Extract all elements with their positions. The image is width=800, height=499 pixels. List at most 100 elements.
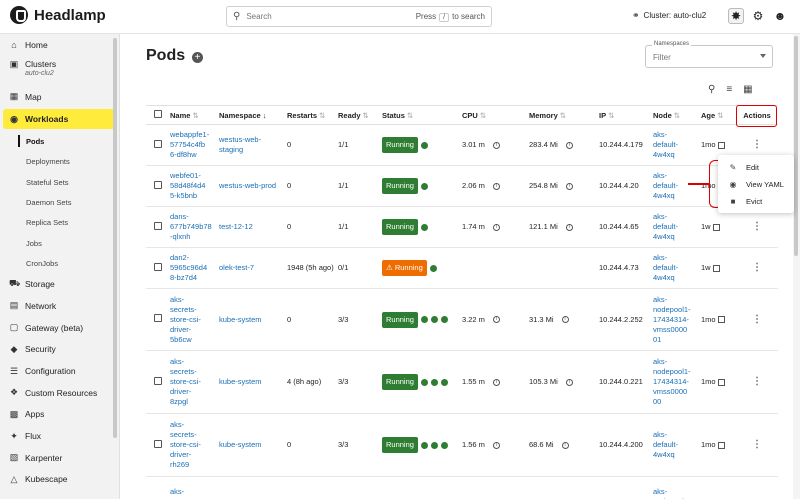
sidebar-subitem-pods[interactable]: Pods xyxy=(0,131,119,151)
columns-icon[interactable]: ▦ xyxy=(743,84,752,95)
namespace-cell[interactable] xyxy=(219,476,287,499)
table-row[interactable]: webfe01- 58d48f4d4 5-k5bnb westus-web-prod 0… xyxy=(146,165,778,207)
sidebar-item-network[interactable]: ▤ Network xyxy=(0,295,119,317)
sidebar-item-map[interactable]: ▦ Map xyxy=(0,86,119,108)
table-row[interactable]: aks-secrets-store-csi-driver- 8zpgl kube-s… xyxy=(146,350,778,414)
row-checkbox[interactable] xyxy=(154,221,162,230)
node-link[interactable]: aks-default- 4w4xq xyxy=(653,253,678,282)
column-header-status[interactable]: Status ⇅ xyxy=(382,105,462,125)
pod-name-link[interactable]: dans- 677b749b78 -qlxnh xyxy=(170,212,212,241)
namespace-link[interactable]: westus-web-staging xyxy=(219,135,261,154)
row-select-cell[interactable] xyxy=(146,350,170,414)
filter-icon[interactable]: ≡ xyxy=(726,84,732,95)
add-pod-button[interactable]: + xyxy=(192,52,203,63)
column-header-name[interactable]: Name ⇅ xyxy=(170,105,219,125)
info-icon[interactable]: i xyxy=(565,223,573,231)
node-link[interactable]: aks-default- 4w4xq xyxy=(653,171,678,200)
info-icon[interactable]: i xyxy=(492,223,500,231)
pod-name-cell[interactable]: webfe01- 58d48f4d4 5-k5bnb xyxy=(170,165,219,207)
pod-name-link[interactable]: aks-secrets-store-csi-driver- 5b6cw xyxy=(170,295,201,344)
menu-item-evict[interactable]: ■ Evict xyxy=(718,193,794,210)
pod-name-cell[interactable]: dans- 677b749b78 -qlxnh xyxy=(170,206,219,248)
node-cell[interactable]: aks-default- 4w4xq xyxy=(653,165,701,207)
namespace-cell[interactable]: kube-system xyxy=(219,288,287,351)
node-cell[interactable]: aks-default- 4w4xq xyxy=(653,247,701,289)
table-row[interactable]: aks-secrets-store-csi-driver-rh269 kube-s… xyxy=(146,413,778,477)
pod-name-cell[interactable]: webappfe1- 57754c4fb 6-df8hw xyxy=(170,124,219,166)
actions-cell[interactable]: ⋮ xyxy=(736,288,778,351)
notifications-icon[interactable]: ✸ xyxy=(728,8,744,24)
row-checkbox[interactable] xyxy=(154,376,162,385)
actions-cell[interactable]: ⋮ xyxy=(736,413,778,477)
sidebar-item-karpenter[interactable]: ▧ Karpenter xyxy=(0,447,119,469)
sidebar-subitem-replica-sets[interactable]: Replica Sets xyxy=(0,213,119,233)
global-search[interactable]: ⚲ Press/to search xyxy=(226,6,492,27)
row-checkbox[interactable] xyxy=(154,314,162,322)
actions-cell[interactable]: ⋮ xyxy=(736,247,778,289)
row-select-cell[interactable] xyxy=(146,288,170,351)
sidebar-item-apps[interactable]: ▩ Apps xyxy=(0,404,119,426)
cluster-button[interactable]: ⚭ Cluster: auto-clu2 xyxy=(632,10,706,21)
row-checkbox[interactable] xyxy=(154,262,162,271)
row-select-cell[interactable] xyxy=(146,165,170,207)
sidebar-item-home[interactable]: ⌂ Home xyxy=(0,34,119,56)
select-all-checkbox[interactable] xyxy=(154,110,162,118)
pod-name-cell[interactable]: aks-secrets- xyxy=(170,476,219,499)
calendar-icon[interactable] xyxy=(717,316,725,324)
node-link[interactable]: aks-default- 4w4xq xyxy=(653,130,678,159)
node-cell[interactable]: aks-nodepool1- 17434314- vmss0000 00 xyxy=(653,350,701,414)
info-icon[interactable]: i xyxy=(492,141,500,149)
namespace-link[interactable]: westus-web-prod xyxy=(219,181,276,190)
calendar-icon[interactable] xyxy=(712,223,720,231)
sidebar-subitem-daemon-sets[interactable]: Daemon Sets xyxy=(0,192,119,212)
info-icon[interactable]: i xyxy=(561,441,569,449)
column-header-ip[interactable]: IP ⇅ xyxy=(599,105,653,125)
namespace-link[interactable]: kube-system xyxy=(219,315,262,324)
namespace-link[interactable]: test-12-12 xyxy=(219,222,253,231)
main-scrollbar[interactable] xyxy=(793,34,800,499)
namespace-link[interactable]: kube-system xyxy=(219,440,262,449)
gear-icon[interactable]: ⚙ xyxy=(750,8,766,24)
node-link[interactable]: aks-nodepool1- 17434314- vmss0000 01 xyxy=(653,295,691,344)
user-icon[interactable]: ☻ xyxy=(772,8,788,24)
sidebar-subitem-stateful-sets[interactable]: Stateful Sets xyxy=(0,172,119,192)
namespace-cell[interactable]: test-12-12 xyxy=(219,206,287,248)
chevron-down-icon[interactable] xyxy=(760,54,766,58)
pod-name-cell[interactable]: aks-secrets-store-csi-driver-rh269 xyxy=(170,413,219,477)
calendar-icon[interactable] xyxy=(717,378,725,386)
sidebar-item-clusters[interactable]: ▣ Clusters auto-clu2 xyxy=(0,56,119,86)
pod-name-link[interactable]: aks-secrets- xyxy=(170,487,197,499)
pod-name-cell[interactable]: aks-secrets-store-csi-driver- 5b6cw xyxy=(170,288,219,351)
namespace-link[interactable]: kube-system xyxy=(219,377,262,386)
actions-cell[interactable]: ⋮ xyxy=(736,350,778,414)
more-vertical-icon[interactable]: ⋮ xyxy=(752,221,762,232)
search-table-icon[interactable]: ⚲ xyxy=(708,84,715,95)
pod-name-link[interactable]: aks-secrets-store-csi-driver- 8zpgl xyxy=(170,357,201,406)
sidebar-item-kubescape[interactable]: △ Kubescape xyxy=(0,469,119,491)
namespace-cell[interactable]: westus-web-prod xyxy=(219,165,287,207)
pod-name-cell[interactable]: dan2- 5965c96d4 8-bz7d4 xyxy=(170,247,219,289)
namespace-cell[interactable]: kube-system xyxy=(219,350,287,414)
info-icon[interactable]: i xyxy=(565,378,573,386)
column-header-restarts[interactable]: Restarts ⇅ xyxy=(287,105,338,125)
info-icon[interactable]: i xyxy=(492,378,500,386)
pod-name-link[interactable]: aks-secrets-store-csi-driver-rh269 xyxy=(170,420,201,469)
menu-item-view-yaml[interactable]: ◉ View YAML xyxy=(718,176,794,193)
search-input[interactable] xyxy=(246,12,410,21)
column-header-ready[interactable]: Ready ⇅ xyxy=(338,105,382,125)
node-link[interactable]: aks-nodepool1- 17434314- vmss0000 00 xyxy=(653,357,691,406)
node-cell[interactable]: aks-nodepool1- 17434314- vmss0000 01 xyxy=(653,288,701,351)
namespace-cell[interactable]: olek-test-7 xyxy=(219,247,287,289)
info-icon[interactable]: i xyxy=(492,441,500,449)
pod-name-link[interactable]: webfe01- 58d48f4d4 5-k5bnb xyxy=(170,171,205,200)
row-select-cell[interactable] xyxy=(146,206,170,248)
app-logo[interactable]: Headlamp xyxy=(10,6,106,24)
sidebar-item-flux[interactable]: ✦ Flux xyxy=(0,425,119,447)
table-row[interactable]: dans- 677b749b78 -qlxnh test-12-12 0 1/1 Runni… xyxy=(146,206,778,248)
row-select-cell[interactable] xyxy=(146,413,170,477)
sidebar-subitem-jobs[interactable]: Jobs xyxy=(0,233,119,253)
node-cell[interactable]: aks-default- 4w4xq xyxy=(653,206,701,248)
calendar-icon[interactable] xyxy=(712,264,720,272)
calendar-icon[interactable] xyxy=(717,141,725,149)
row-select-cell[interactable] xyxy=(146,124,170,166)
